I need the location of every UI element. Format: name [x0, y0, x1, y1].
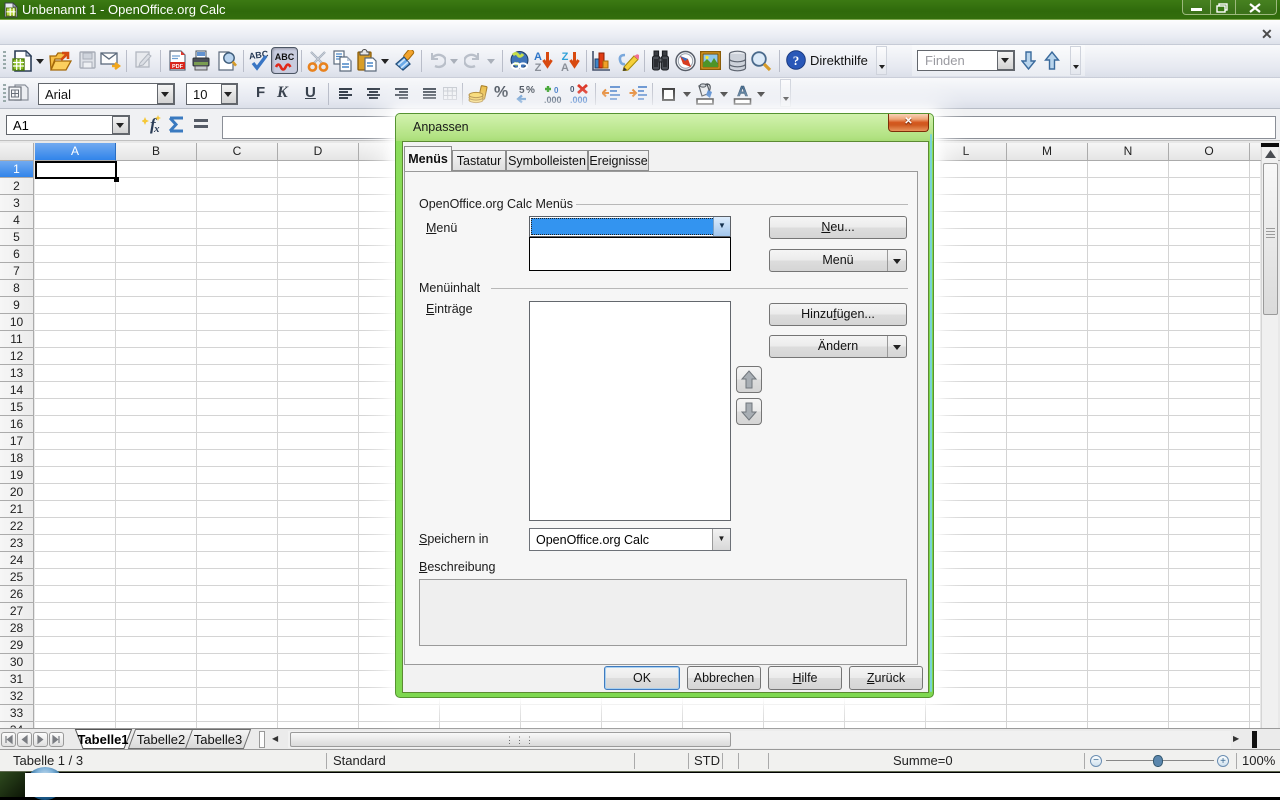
- svg-text:.000: .000: [570, 95, 588, 104]
- svg-text:?: ?: [793, 53, 800, 68]
- svg-text:PDF: PDF: [172, 64, 184, 70]
- svg-text:A: A: [737, 83, 748, 100]
- svg-text:Tabelle1: Tabelle1: [77, 732, 128, 747]
- svg-text:%: %: [526, 85, 535, 96]
- svg-text:.000: .000: [544, 95, 562, 104]
- svg-text:0: 0: [554, 86, 559, 95]
- svg-text:5: 5: [519, 85, 525, 96]
- svg-text:Z: Z: [535, 62, 542, 73]
- svg-text:ABC: ABC: [249, 50, 269, 61]
- svg-text:x: x: [153, 123, 160, 135]
- svg-text:Tabelle2: Tabelle2: [137, 732, 185, 747]
- svg-text:0: 0: [570, 85, 575, 94]
- svg-text:Tabelle3: Tabelle3: [194, 732, 242, 747]
- svg-text:ABC: ABC: [275, 52, 295, 62]
- svg-text:A: A: [561, 62, 569, 73]
